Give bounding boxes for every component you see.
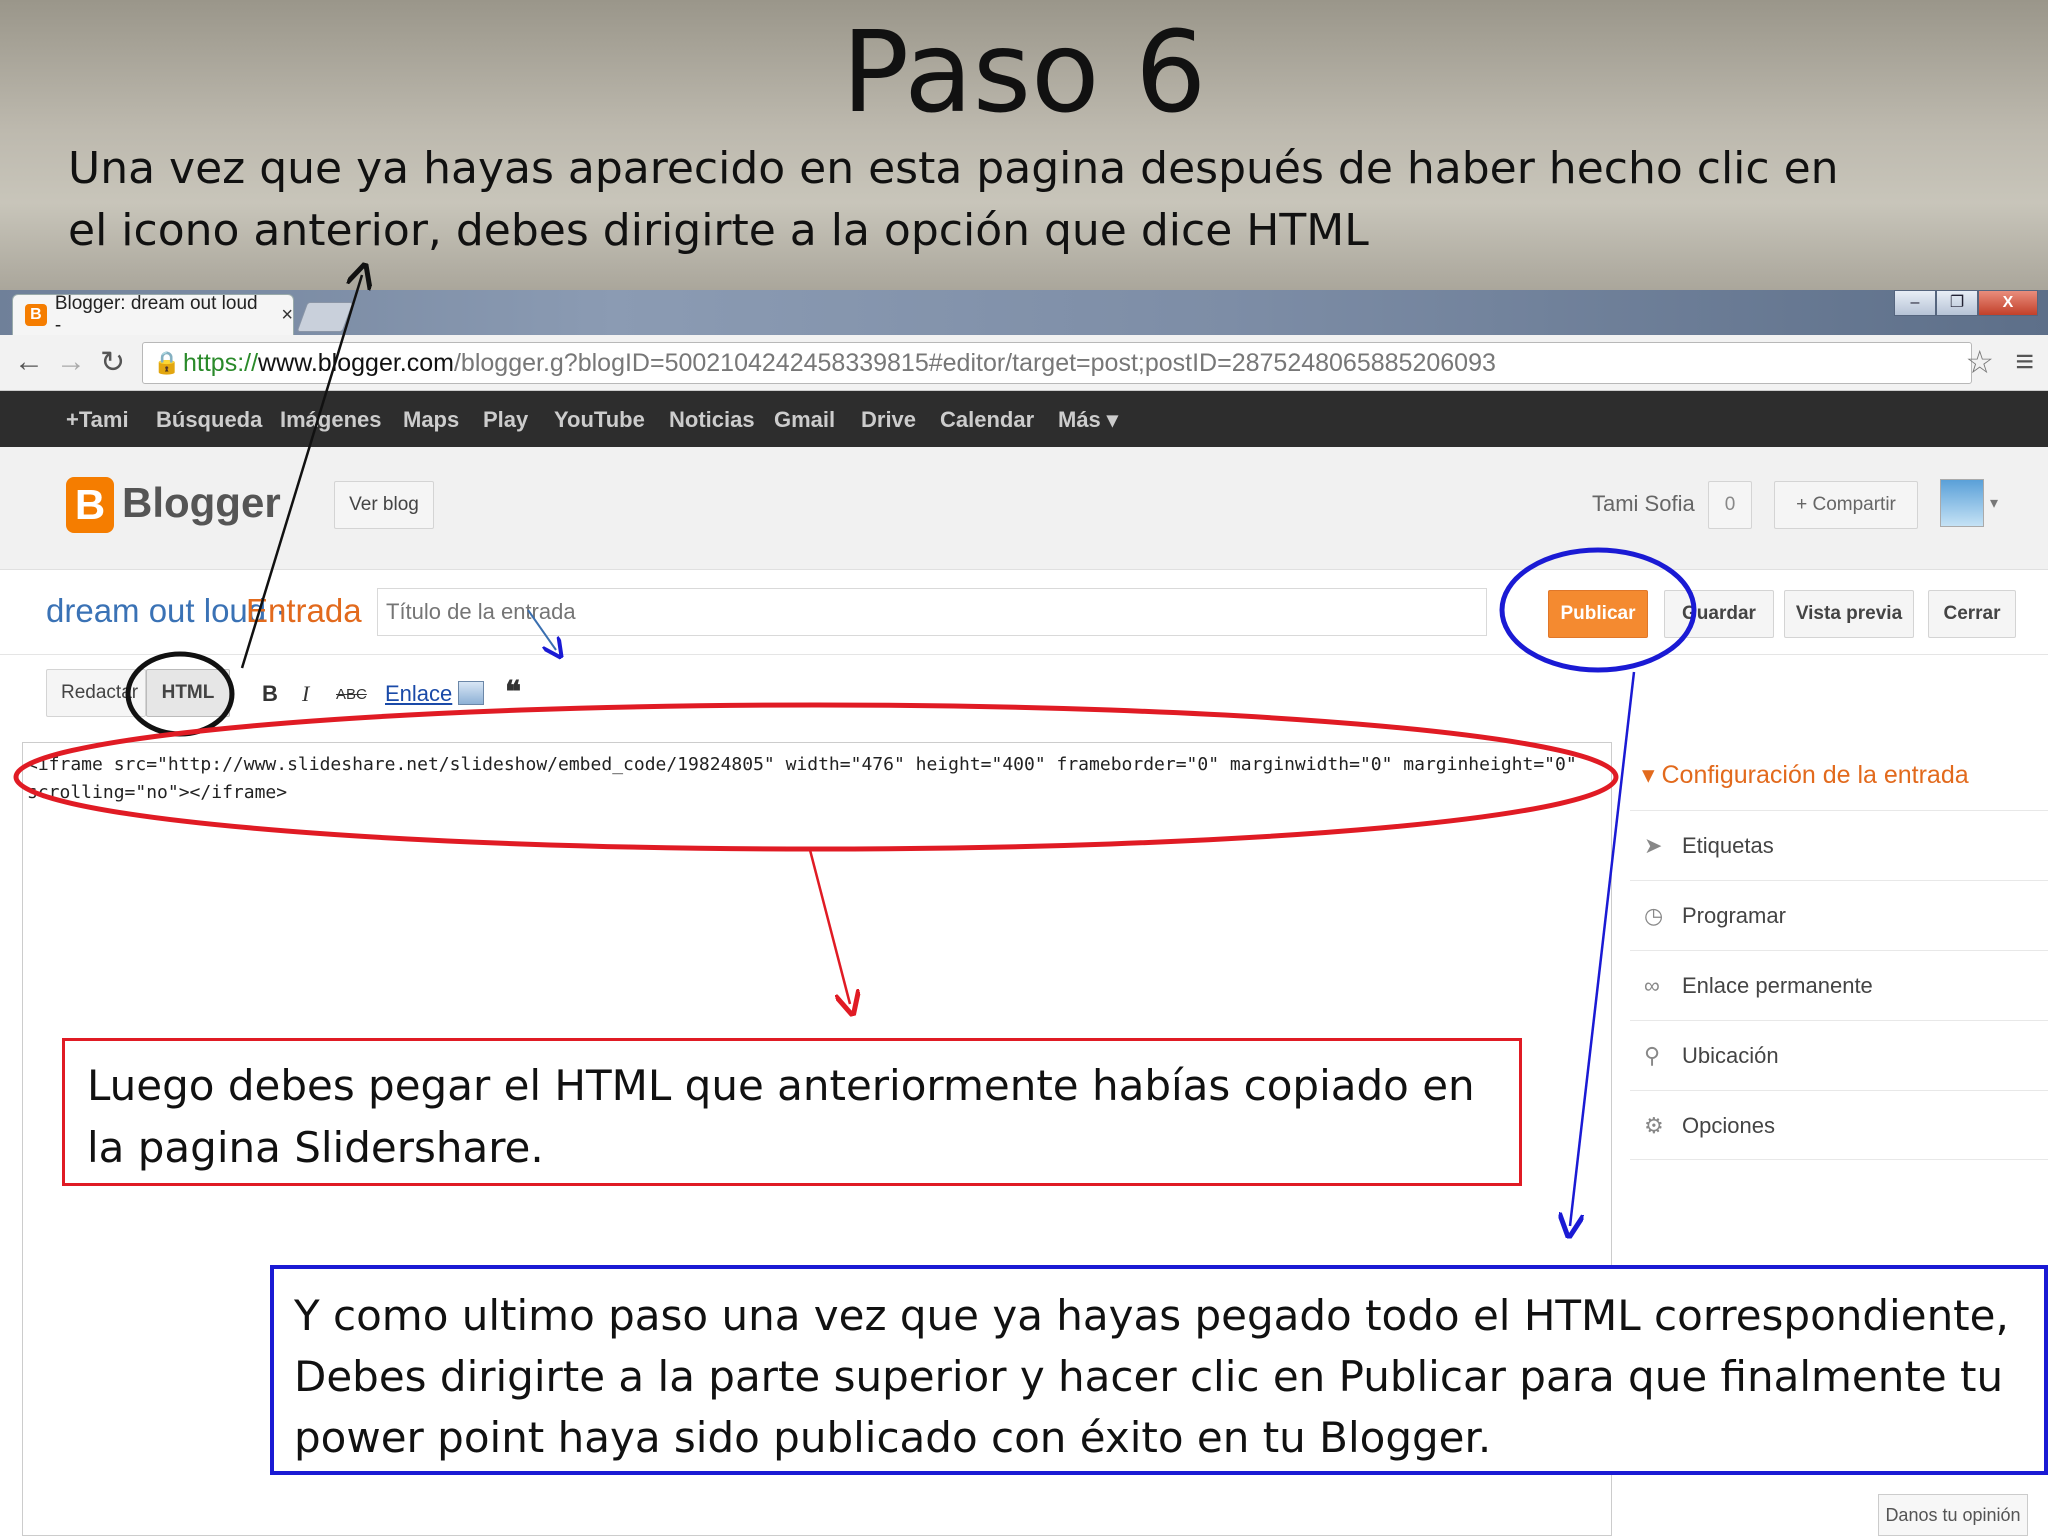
settings-item-label: Ubicación <box>1682 1043 1779 1068</box>
url-host: www.blogger.com <box>258 349 454 377</box>
window-controls: – ❐ X <box>1894 290 2038 316</box>
compose-mode-tab[interactable]: Redactar <box>46 669 146 717</box>
gbar-item-youtube[interactable]: YouTube <box>554 407 645 433</box>
forward-arrow-icon[interactable]: → <box>56 345 86 379</box>
post-header: dream out loud · Entrada Publicar Guarda… <box>0 570 2048 655</box>
strikethrough-button[interactable]: ABC <box>336 686 367 703</box>
share-button[interactable]: + Compartir <box>1774 481 1918 529</box>
url-path: /blogger.g?blogID=5002104242458339815#ed… <box>453 349 1496 377</box>
minimize-button[interactable]: – <box>1894 290 1936 316</box>
blogger-logo-icon[interactable]: B <box>66 477 114 533</box>
browser-tab[interactable]: B Blogger: dream out loud - × <box>12 293 294 336</box>
address-bar[interactable]: 🔒 https://www.blogger.com/blogger.g?blogI… <box>142 342 1972 384</box>
italic-button[interactable]: I <box>302 681 309 707</box>
blogger-header: B Blogger Ver blog Tami Sofia 0 + Compar… <box>0 447 2048 570</box>
entry-label: Entrada <box>246 592 362 629</box>
compose-toolbar: Redactar HTML B I ABC Enlace ❝ <box>0 655 2048 731</box>
view-blog-button[interactable]: Ver blog <box>334 481 434 529</box>
gbar-item-search[interactable]: Búsqueda <box>156 407 262 433</box>
settings-item-label: Programar <box>1682 903 1786 928</box>
blogger-favicon-icon: B <box>25 304 47 326</box>
publish-button[interactable]: Publicar <box>1548 590 1648 638</box>
gbar-item-images[interactable]: Imágenes <box>280 407 382 433</box>
gear-icon: ⚙ <box>1644 1113 1664 1138</box>
maximize-button[interactable]: ❐ <box>1936 290 1978 316</box>
gbar-item-news[interactable]: Noticias <box>669 407 755 433</box>
gbar-item-calendar[interactable]: Calendar <box>940 407 1034 433</box>
settings-item-location[interactable]: ⚲ Ubicación <box>1630 1020 2048 1090</box>
user-name[interactable]: Tami Sofia <box>1592 491 1695 517</box>
url-scheme: https:// <box>183 349 259 377</box>
gbar-item-maps[interactable]: Maps <box>403 407 459 433</box>
browser-menu-icon[interactable]: ≡ <box>2015 343 2034 380</box>
settings-item-options[interactable]: ⚙ Opciones <box>1630 1090 2048 1160</box>
notifications-count[interactable]: 0 <box>1708 481 1752 529</box>
settings-item-label: Etiquetas <box>1682 833 1774 858</box>
settings-item-label: Opciones <box>1682 1113 1775 1138</box>
google-bar: +Tami Búsqueda Imágenes Maps Play YouTub… <box>0 391 2048 447</box>
tab-close-icon[interactable]: × <box>281 304 293 327</box>
close-window-button[interactable]: X <box>1978 290 2038 316</box>
settings-item-permalink[interactable]: ∞ Enlace permanente <box>1630 950 2048 1020</box>
browser-tabstrip: B Blogger: dream out loud - × – ❐ X <box>0 290 2048 336</box>
back-arrow-icon[interactable]: ← <box>14 345 44 379</box>
image-icon[interactable] <box>458 681 484 705</box>
link-icon: ∞ <box>1644 973 1660 998</box>
bookmark-star-icon[interactable]: ☆ <box>1965 343 1994 381</box>
lock-icon: 🔒 <box>153 350 181 375</box>
clock-icon: ◷ <box>1644 903 1664 928</box>
settings-item-schedule[interactable]: ◷ Programar <box>1630 880 2048 950</box>
link-button[interactable]: Enlace <box>385 681 452 707</box>
reload-icon[interactable]: ↻ <box>100 345 125 380</box>
paste-html-callout: Luego debes pegar el HTML que anteriorme… <box>62 1038 1522 1186</box>
gbar-item-play[interactable]: Play <box>483 407 528 433</box>
gbar-item-drive[interactable]: Drive <box>861 407 916 433</box>
slide-intro-text: Una vez que ya hayas aparecido en esta p… <box>68 143 1839 256</box>
tag-icon: ➤ <box>1644 833 1663 858</box>
gbar-item-gmail[interactable]: Gmail <box>774 407 835 433</box>
editor-content[interactable]: <iframe src="http://www.slideshare.net/s… <box>27 751 1597 807</box>
feedback-button[interactable]: Danos tu opinión <box>1878 1494 2028 1536</box>
blogger-brand[interactable]: Blogger <box>122 479 281 527</box>
settings-item-labels[interactable]: ➤ Etiquetas <box>1630 810 2048 880</box>
pin-icon: ⚲ <box>1644 1043 1661 1068</box>
slide-header: Paso 6 Una vez que ya hayas aparecido en… <box>0 0 2048 290</box>
quote-icon[interactable]: ❝ <box>505 675 521 710</box>
bold-button[interactable]: B <box>262 681 278 707</box>
html-mode-tab[interactable]: HTML <box>146 669 230 717</box>
tab-title: Blogger: dream out loud - <box>54 293 258 336</box>
browser-toolbar: ← → ↻ 🔒 https://www.blogger.com/blogger.g… <box>0 335 2048 391</box>
post-title-input[interactable] <box>377 588 1487 636</box>
gbar-item-plus[interactable]: +Tami <box>66 407 129 433</box>
chevron-down-icon[interactable]: ▾ <box>1990 493 1998 513</box>
publish-instruction-callout: Y como ultimo paso una vez que ya hayas … <box>270 1265 2048 1475</box>
settings-item-label: Enlace permanente <box>1682 973 1873 998</box>
post-settings-heading[interactable]: ▾ Configuración de la entrada <box>1642 760 1969 790</box>
gbar-item-more[interactable]: Más ▾ <box>1058 407 1118 433</box>
preview-button[interactable]: Vista previa <box>1784 590 1914 638</box>
new-tab-button[interactable] <box>296 302 354 332</box>
close-button[interactable]: Cerrar <box>1928 590 2016 638</box>
slide-title: Paso 6 <box>841 8 1207 138</box>
avatar[interactable] <box>1940 479 1984 527</box>
save-button[interactable]: Guardar <box>1664 590 1774 638</box>
